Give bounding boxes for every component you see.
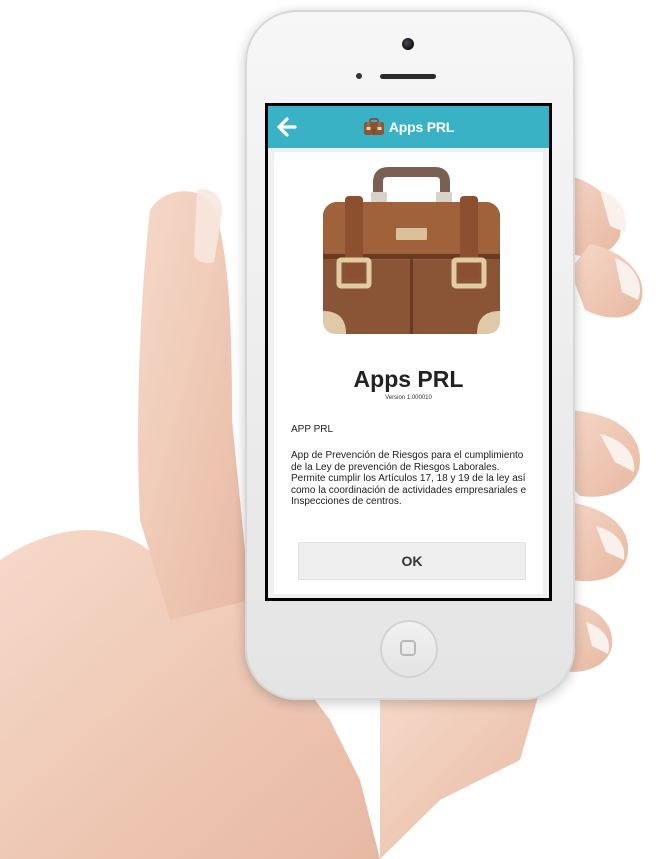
app-version: Version 1.000010 <box>385 395 432 401</box>
front-camera <box>402 38 414 50</box>
app-bar: Apps PRL <box>268 106 549 148</box>
briefcase-icon <box>323 167 500 334</box>
proximity-sensor <box>356 73 362 79</box>
ok-button[interactable]: OK <box>298 542 526 580</box>
app-view: Apps PRL Apps PRL Version 1.000010 APP P… <box>268 106 549 598</box>
phone-screen: Apps PRL Apps PRL Version 1.000010 APP P… <box>265 103 552 601</box>
about-dialog: Apps PRL Version 1.000010 APP PRL App de… <box>274 152 543 594</box>
briefcase-icon <box>363 118 384 135</box>
home-square-icon <box>400 640 416 656</box>
app-bar-title-group: Apps PRL <box>268 106 549 148</box>
app-bar-title: Apps PRL <box>388 119 455 135</box>
description-title: APP PRL <box>291 424 334 435</box>
earpiece-speaker <box>380 74 436 79</box>
app-name: Apps PRL <box>353 366 464 392</box>
description-text: App de Prevención de Riesgos para el cum… <box>291 450 527 507</box>
home-button[interactable] <box>380 620 438 678</box>
